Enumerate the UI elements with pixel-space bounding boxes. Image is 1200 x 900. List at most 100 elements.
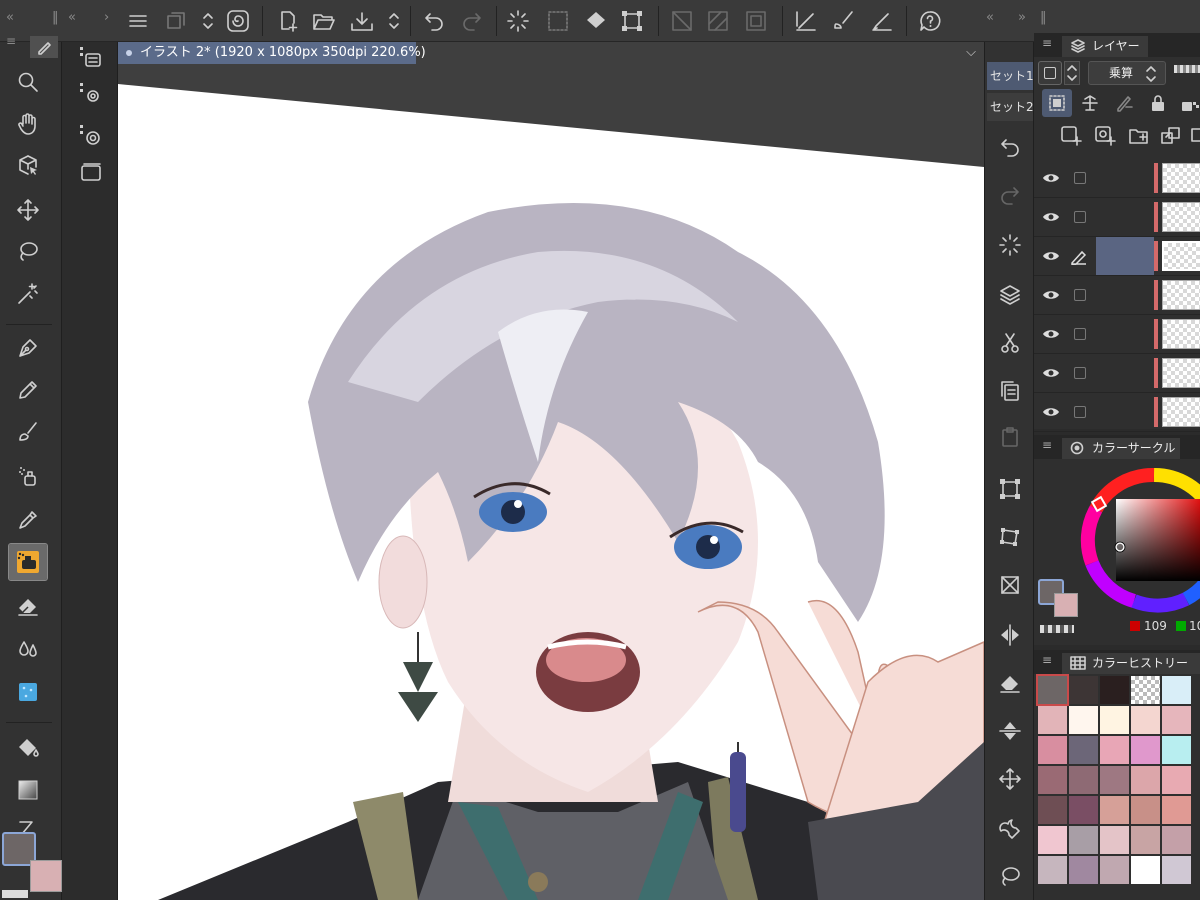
color-history-swatch[interactable]	[1069, 826, 1098, 854]
layer-name-area[interactable]	[1096, 159, 1154, 197]
opacity-swatch[interactable]	[1038, 61, 1062, 85]
sub-tool-window-button[interactable]	[76, 158, 106, 188]
merge-layer-button[interactable]	[1190, 125, 1200, 147]
deselect-button[interactable]	[995, 230, 1025, 260]
quick-access-button[interactable]	[224, 7, 252, 35]
collapse-left-icon[interactable]: «	[6, 10, 14, 25]
color-history-swatch[interactable]	[1069, 856, 1098, 884]
color-history-swatch[interactable]	[1162, 676, 1191, 704]
opacity-stepper[interactable]	[1064, 61, 1080, 85]
lasso-tool[interactable]	[9, 234, 47, 270]
stepper-button[interactable]	[194, 7, 222, 35]
lock-transparency-button[interactable]	[1180, 93, 1200, 113]
color-history-swatch[interactable]	[1131, 826, 1160, 854]
color-history-swatch[interactable]	[1069, 796, 1098, 824]
clip-layer-button[interactable]	[1042, 89, 1072, 117]
layer-check-box[interactable]	[1074, 406, 1086, 418]
new-canvas-disabled-button[interactable]	[162, 7, 190, 35]
color-history-swatch[interactable]	[1131, 856, 1160, 884]
eye-icon[interactable]	[1042, 327, 1060, 341]
draft-layer-button[interactable]	[1114, 93, 1134, 113]
move-layer-button[interactable]	[995, 764, 1025, 794]
eye-icon[interactable]	[1042, 249, 1060, 263]
color-history-swatch[interactable]	[1069, 736, 1098, 764]
new-file-button[interactable]	[274, 7, 302, 35]
color-history-swatch[interactable]	[1100, 856, 1129, 884]
layer-row[interactable]	[1034, 354, 1200, 393]
deselect-button[interactable]	[504, 7, 532, 35]
fill-bucket-tool[interactable]	[9, 730, 47, 766]
color-history-swatch[interactable]	[1038, 856, 1067, 884]
eyedropper-tool[interactable]	[9, 502, 47, 538]
flip-vertical-button[interactable]	[995, 716, 1025, 746]
sub-color-swatch[interactable]	[1054, 593, 1078, 617]
color-history-swatch[interactable]	[1131, 766, 1160, 794]
tab-layers[interactable]: レイヤー	[1062, 36, 1148, 57]
color-history-swatch[interactable]	[1100, 676, 1129, 704]
layer-row[interactable]	[1034, 393, 1200, 432]
canvas-area[interactable]: イラスト 2* (1920 x 1080px 350dpi 220.6%) ⌵	[118, 42, 984, 900]
color-history-swatch[interactable]	[1069, 766, 1098, 794]
zoom-tool[interactable]	[9, 64, 47, 100]
object-tool[interactable]	[9, 148, 47, 184]
layer-row[interactable]	[1034, 315, 1200, 354]
layer-row[interactable]	[1034, 237, 1200, 276]
color-history-swatch[interactable]	[1131, 796, 1160, 824]
layer-thumbnail[interactable]	[1162, 358, 1200, 388]
color-history-swatch[interactable]	[1162, 766, 1191, 794]
color-history-swatch[interactable]	[1162, 706, 1191, 734]
sub-tool-settings-button[interactable]	[76, 78, 106, 108]
invert-selection-disabled-button[interactable]	[704, 7, 732, 35]
color-history-swatch[interactable]	[1100, 796, 1129, 824]
color-history-swatch[interactable]	[1162, 796, 1191, 824]
color-wheel[interactable]	[1074, 459, 1200, 619]
eye-icon[interactable]	[1042, 171, 1060, 185]
collapse-icon[interactable]: ≡	[6, 34, 16, 48]
eraser-tool[interactable]	[9, 588, 47, 624]
tab-color-circle[interactable]: カラーサークル	[1062, 438, 1180, 459]
color-history-swatch[interactable]	[1162, 856, 1191, 884]
layer-name-area[interactable]	[1096, 354, 1154, 392]
cut-button[interactable]	[995, 328, 1025, 358]
set-1-button[interactable]: セット1	[987, 62, 1033, 90]
transparent-color-swatch[interactable]	[1040, 625, 1074, 633]
free-transform-button[interactable]	[995, 522, 1025, 552]
layer-thumbnail[interactable]	[1162, 202, 1200, 232]
layer-check-box[interactable]	[1074, 367, 1086, 379]
expand-right-icon[interactable]: ›	[104, 10, 109, 25]
new-vector-layer-button[interactable]	[1094, 125, 1116, 147]
collapse-right-icon[interactable]: «	[986, 10, 994, 25]
color-history-swatch[interactable]	[1038, 796, 1067, 824]
color-history-swatch[interactable]	[1038, 736, 1067, 764]
clear-selection-disabled-button[interactable]	[668, 7, 696, 35]
transparent-color-swatch[interactable]	[2, 890, 28, 898]
airbrush-tool[interactable]	[9, 458, 47, 494]
layer-thumbnail[interactable]	[1162, 280, 1200, 310]
expand-right-icon[interactable]: »	[1018, 10, 1026, 25]
paste-button[interactable]	[995, 422, 1025, 452]
color-history-swatch[interactable]	[1131, 736, 1160, 764]
sub-color-swatch[interactable]	[30, 860, 62, 892]
figure-tool[interactable]	[9, 814, 47, 834]
layer-name-area[interactable]	[1096, 276, 1154, 314]
fill-button[interactable]	[582, 7, 610, 35]
color-history-swatch[interactable]	[1100, 706, 1129, 734]
save-button[interactable]	[348, 7, 376, 35]
reference-layer-button[interactable]	[1080, 93, 1100, 113]
layer-check-box[interactable]	[1074, 289, 1086, 301]
transfer-layer-button[interactable]	[1160, 125, 1182, 147]
layer-name-area[interactable]	[1096, 198, 1154, 236]
flip-horizontal-button[interactable]	[995, 620, 1025, 650]
layer-thumbnail[interactable]	[1162, 163, 1200, 193]
eye-icon[interactable]	[1042, 210, 1060, 224]
panel-menu-icon[interactable]: ≡	[1042, 36, 1052, 50]
panel-menu-icon[interactable]: ≡	[1042, 653, 1052, 667]
select-all-button[interactable]	[544, 7, 572, 35]
eye-icon[interactable]	[1042, 405, 1060, 419]
sub-tool-detail-button[interactable]	[76, 120, 106, 150]
gradient-tool[interactable]	[9, 772, 47, 808]
blend-mode-stepper[interactable]	[1144, 63, 1158, 85]
color-history-swatch[interactable]	[1069, 676, 1098, 704]
layer-check-box[interactable]	[1074, 172, 1086, 184]
layer-thumbnail[interactable]	[1162, 319, 1200, 349]
